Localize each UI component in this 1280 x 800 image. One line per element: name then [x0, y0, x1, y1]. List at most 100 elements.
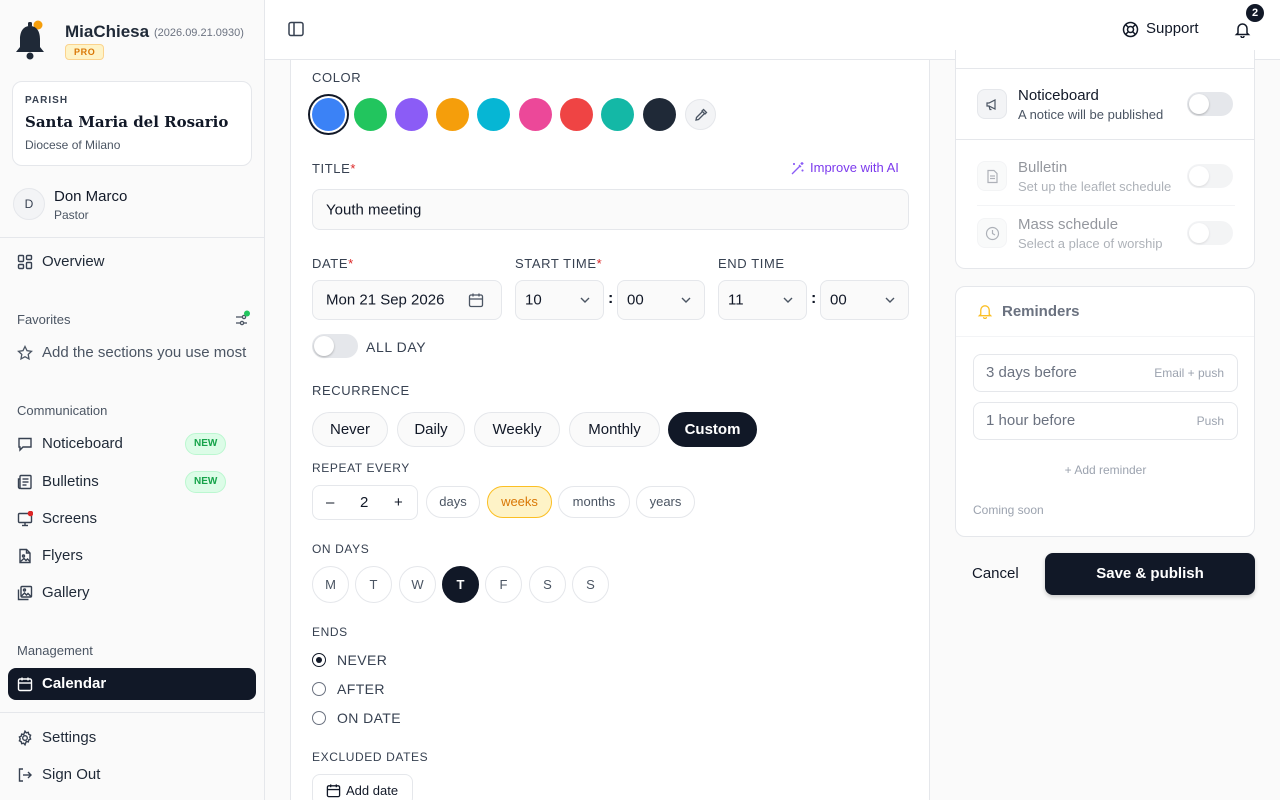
noticeboard-desc: A notice will be published	[1018, 107, 1164, 122]
card-divider	[977, 205, 1235, 206]
color-swatch[interactable]	[519, 98, 552, 131]
user-avatar[interactable]: D	[13, 188, 45, 220]
recurrence-daily[interactable]: Daily	[397, 412, 465, 447]
repeat-unit-days[interactable]: days	[426, 486, 480, 518]
end-minute-select[interactable]: 00	[820, 280, 909, 320]
day-tuesday[interactable]: T	[355, 566, 392, 603]
parish-diocese: Diocese of Milano	[25, 138, 121, 152]
color-swatch[interactable]	[477, 98, 510, 131]
end-hour-select[interactable]: 11	[718, 280, 807, 320]
cancel-button[interactable]: Cancel	[972, 565, 1019, 582]
repeat-unit-months[interactable]: months	[558, 486, 630, 518]
mass-schedule-desc: Select a place of worship	[1018, 236, 1163, 251]
sidebar-item-settings[interactable]: Settings	[8, 722, 256, 754]
sidebar-item-label: Sign Out	[42, 766, 101, 783]
noticeboard-toggle[interactable]	[1187, 92, 1233, 116]
sidebar-item-screens[interactable]: Screens	[8, 503, 256, 535]
day-sunday[interactable]: S	[572, 566, 609, 603]
color-swatch[interactable]	[354, 98, 387, 131]
color-swatch[interactable]	[436, 98, 469, 131]
add-date-label: Add date	[346, 783, 399, 798]
magic-wand-icon	[790, 161, 805, 176]
required-marker: *	[348, 256, 354, 271]
start-hour-select[interactable]: 10	[515, 280, 604, 320]
sidebar-item-label: Gallery	[42, 584, 90, 601]
parish-name: Santa Maria del Rosario	[25, 113, 229, 131]
manage-favorites-icon[interactable]	[233, 310, 251, 328]
add-reminder-button[interactable]: + Add reminder	[973, 463, 1238, 477]
user-name: Don Marco	[54, 188, 128, 205]
color-swatch[interactable]	[395, 98, 428, 131]
coming-soon-note: Coming soon	[973, 503, 1044, 517]
bell-logo-icon	[14, 20, 50, 62]
color-swatch[interactable]	[643, 98, 676, 131]
day-monday[interactable]: M	[312, 566, 349, 603]
sidebar-item-flyers[interactable]: Flyers	[8, 540, 256, 572]
repeat-unit-years[interactable]: years	[636, 486, 695, 518]
favorites-add[interactable]: Add the sections you use most	[8, 337, 256, 369]
recurrence-never[interactable]: Never	[312, 412, 388, 447]
sidebar-item-overview[interactable]: Overview	[8, 246, 256, 278]
title-input[interactable]: Youth meeting	[312, 189, 909, 230]
repeat-unit-weeks[interactable]: weeks	[487, 486, 552, 518]
date-label-text: DATE	[312, 256, 349, 271]
start-hour-value: 10	[525, 291, 542, 309]
notifications-button[interactable]: 2	[1233, 4, 1264, 40]
reminder-item[interactable]: 1 hour before Push	[973, 402, 1238, 440]
star-icon	[17, 345, 33, 361]
ends-label: ENDS	[312, 625, 348, 639]
ends-on-date-radio[interactable]	[312, 711, 326, 725]
sidebar: MiaChiesa (2026.09.21.0930) PRO PARISH S…	[0, 0, 265, 800]
start-minute-select[interactable]: 00	[617, 280, 705, 320]
color-swatch[interactable]	[560, 98, 593, 131]
sidebar-divider	[0, 712, 264, 713]
parish-card[interactable]: PARISH Santa Maria del Rosario Diocese o…	[12, 81, 252, 166]
save-publish-button[interactable]: Save & publish	[1045, 553, 1255, 595]
reminder-item[interactable]: 3 days before Email + push	[973, 354, 1238, 392]
sidebar-item-label: Screens	[42, 510, 98, 527]
calendar-icon[interactable]	[468, 292, 484, 308]
decrement-button[interactable]: –	[326, 494, 334, 511]
color-swatch[interactable]	[312, 98, 345, 131]
add-date-button[interactable]: Add date	[312, 774, 413, 800]
notification-count-badge: 2	[1246, 4, 1264, 22]
title-label-text: TITLE	[312, 161, 351, 176]
start-time-label-text: START TIME	[515, 256, 597, 271]
ends-never-radio[interactable]	[312, 653, 326, 667]
mass-schedule-toggle[interactable]	[1187, 221, 1233, 245]
sidebar-toggle-icon[interactable]	[287, 20, 305, 38]
file-image-icon	[17, 548, 33, 564]
monitor-icon	[17, 511, 33, 527]
toggle-knob	[314, 336, 334, 356]
sidebar-item-bulletins[interactable]: Bulletins NEW	[8, 466, 256, 498]
start-time-label: START TIME*	[515, 256, 602, 271]
custom-color-button[interactable]	[685, 99, 716, 130]
title-input-value: Youth meeting	[326, 201, 422, 218]
user-role: Pastor	[54, 208, 89, 222]
title-label: TITLE*	[312, 161, 356, 176]
recurrence-monthly[interactable]: Monthly	[569, 412, 660, 447]
sidebar-item-gallery[interactable]: Gallery	[8, 577, 256, 609]
bulletin-toggle[interactable]	[1187, 164, 1233, 188]
all-day-toggle[interactable]	[312, 334, 358, 358]
increment-button[interactable]: +	[394, 494, 403, 511]
day-saturday[interactable]: S	[529, 566, 566, 603]
day-friday[interactable]: F	[485, 566, 522, 603]
recurrence-custom[interactable]: Custom	[668, 412, 757, 447]
repeat-interval-value: 2	[360, 494, 369, 511]
day-wednesday[interactable]: W	[399, 566, 436, 603]
color-swatch[interactable]	[601, 98, 634, 131]
day-thursday[interactable]: T	[442, 566, 479, 603]
sidebar-item-noticeboard[interactable]: Noticeboard NEW	[8, 428, 256, 460]
excluded-dates-label: EXCLUDED DATES	[312, 750, 429, 764]
date-picker-input[interactable]: Mon 21 Sep 2026	[312, 280, 502, 320]
new-badge: NEW	[185, 471, 227, 493]
recurrence-label: RECURRENCE	[312, 383, 410, 398]
recurrence-weekly[interactable]: Weekly	[474, 412, 560, 447]
end-time-label: END TIME	[718, 256, 785, 271]
ends-after-radio[interactable]	[312, 682, 326, 696]
sidebar-item-sign-out[interactable]: Sign Out	[8, 759, 256, 791]
support-button[interactable]: Support	[1122, 18, 1217, 42]
sidebar-item-calendar[interactable]: Calendar	[8, 668, 256, 700]
end-hour-value: 11	[728, 291, 744, 309]
